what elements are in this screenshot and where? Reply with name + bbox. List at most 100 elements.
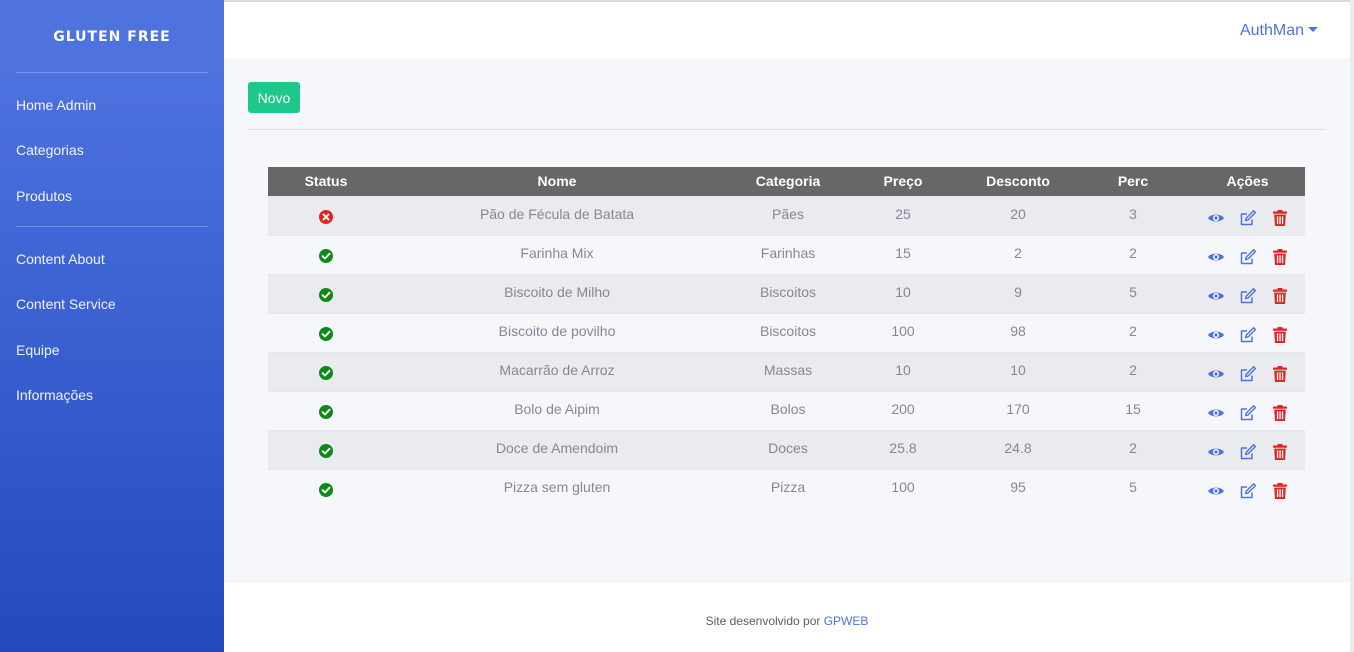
- check-circle-icon: [319, 482, 333, 497]
- eye-icon[interactable]: [1207, 443, 1225, 461]
- cell-status: [268, 468, 384, 508]
- brand-logo[interactable]: GLUTEN FREE: [0, 29, 224, 45]
- cell-status: [268, 390, 384, 430]
- cell-desconto: 95: [960, 468, 1076, 508]
- cell-nome: Biscoito de povilho: [384, 312, 730, 352]
- column-header-perc: Perc: [1117, 173, 1149, 190]
- cell-perc: 15: [1076, 390, 1190, 430]
- cell-preco: 10: [846, 351, 960, 391]
- check-circle-icon: [319, 404, 333, 419]
- cell-perc: 2: [1076, 312, 1190, 352]
- edit-icon[interactable]: [1239, 287, 1257, 305]
- table-body: Pão de Fécula de Batata Pães 25 20 3 Farinha …: [268, 195, 1305, 508]
- footer-credit: Site desenvolvido por GPWEB: [224, 614, 1350, 628]
- eye-icon[interactable]: [1207, 482, 1225, 500]
- check-circle-icon: [319, 287, 333, 302]
- sidebar-item-home-admin[interactable]: Home Admin: [16, 95, 96, 115]
- table-row: Pão de Fécula de Batata Pães 25 20 3: [268, 195, 1305, 235]
- cell-perc: 5: [1076, 273, 1190, 313]
- table-header-row: Status Nome Categoria Preço Desconto Per…: [268, 167, 1305, 196]
- table-row: Macarrão de Arroz Massas 10 10 2: [268, 351, 1305, 391]
- times-circle-icon: [319, 209, 333, 224]
- sidebar-item-informacoes[interactable]: Informações: [16, 385, 93, 405]
- cell-nome: Biscoito de Milho: [384, 273, 730, 313]
- cell-categoria: Biscoitos: [730, 273, 846, 313]
- sidebar-item-produtos[interactable]: Produtos: [16, 186, 72, 206]
- column-header-status: Status: [304, 173, 348, 190]
- cell-categoria: Farinhas: [730, 234, 846, 274]
- cell-status: [268, 312, 384, 352]
- cell-desconto: 10: [960, 351, 1076, 391]
- edit-icon[interactable]: [1239, 404, 1257, 422]
- cell-acoes: [1190, 351, 1305, 391]
- trash-icon[interactable]: [1271, 404, 1289, 422]
- edit-icon[interactable]: [1239, 482, 1257, 500]
- cell-preco: 25: [846, 195, 960, 235]
- trash-icon[interactable]: [1271, 287, 1289, 305]
- cell-categoria: Pães: [730, 195, 846, 235]
- cell-categoria: Doces: [730, 429, 846, 469]
- cell-categoria: Bolos: [730, 390, 846, 430]
- sidebar-item-categorias[interactable]: Categorias: [16, 140, 84, 160]
- eye-icon[interactable]: [1207, 365, 1225, 383]
- cell-preco: 200: [846, 390, 960, 430]
- check-circle-icon: [319, 248, 333, 263]
- cell-nome: Doce de Amendoim: [384, 429, 730, 469]
- new-product-button[interactable]: Novo: [248, 82, 300, 113]
- cell-nome: Bolo de Aipim: [384, 390, 730, 430]
- edit-icon[interactable]: [1239, 365, 1257, 383]
- trash-icon[interactable]: [1271, 209, 1289, 227]
- caret-down-icon: [1308, 26, 1318, 32]
- cell-acoes: [1190, 429, 1305, 469]
- topbar: AuthMan: [224, 0, 1354, 58]
- footer-link[interactable]: GPWEB: [824, 614, 869, 628]
- edit-icon[interactable]: [1239, 248, 1257, 266]
- column-header-desconto: Desconto: [986, 173, 1050, 190]
- products-table: Status Nome Categoria Preço Desconto Per…: [268, 167, 1305, 508]
- cell-status: [268, 429, 384, 469]
- sidebar-item-content-about[interactable]: Content About: [16, 249, 105, 269]
- cell-status: [268, 273, 384, 313]
- cell-status: [268, 234, 384, 274]
- eye-icon[interactable]: [1207, 326, 1225, 344]
- cell-acoes: [1190, 312, 1305, 352]
- trash-icon[interactable]: [1271, 443, 1289, 461]
- eye-icon[interactable]: [1207, 209, 1225, 227]
- footer: Site desenvolvido por GPWEB: [224, 583, 1350, 652]
- cell-perc: 3: [1076, 195, 1190, 235]
- cell-nome: Farinha Mix: [384, 234, 730, 274]
- table-row: Bolo de Aipim Bolos 200 170 15: [268, 390, 1305, 430]
- eye-icon[interactable]: [1207, 404, 1225, 422]
- column-header-acoes: Ações: [1226, 173, 1269, 190]
- trash-icon[interactable]: [1271, 365, 1289, 383]
- edit-icon[interactable]: [1239, 209, 1257, 227]
- cell-preco: 25.8: [846, 429, 960, 469]
- trash-icon[interactable]: [1271, 248, 1289, 266]
- sidebar: GLUTEN FREE Home Admin Categorias Produt…: [0, 0, 224, 652]
- edit-icon[interactable]: [1239, 326, 1257, 344]
- cell-nome: Pão de Fécula de Batata: [384, 195, 730, 235]
- eye-icon[interactable]: [1207, 287, 1225, 305]
- table-row: Pizza sem gluten Pizza 100 95 5: [268, 468, 1305, 508]
- table-row: Farinha Mix Farinhas 15 2 2: [268, 234, 1305, 274]
- sidebar-item-content-service[interactable]: Content Service: [16, 294, 116, 314]
- cell-nome: Pizza sem gluten: [384, 468, 730, 508]
- edit-icon[interactable]: [1239, 443, 1257, 461]
- user-menu-dropdown[interactable]: AuthMan: [1240, 21, 1318, 41]
- eye-icon[interactable]: [1207, 248, 1225, 266]
- cell-perc: 5: [1076, 468, 1190, 508]
- cell-desconto: 170: [960, 390, 1076, 430]
- cell-acoes: [1190, 273, 1305, 313]
- sidebar-item-equipe[interactable]: Equipe: [16, 340, 60, 360]
- cell-preco: 100: [846, 312, 960, 352]
- trash-icon[interactable]: [1271, 326, 1289, 344]
- cell-acoes: [1190, 234, 1305, 274]
- cell-nome: Macarrão de Arroz: [384, 351, 730, 391]
- cell-perc: 2: [1076, 429, 1190, 469]
- cell-acoes: [1190, 468, 1305, 508]
- main-content: Novo Status Nome Categoria Preço Descont…: [224, 58, 1350, 583]
- trash-icon[interactable]: [1271, 482, 1289, 500]
- sidebar-divider: [16, 226, 208, 227]
- column-header-preco: Preço: [883, 173, 923, 190]
- window-scrollbar[interactable]: [1350, 0, 1354, 652]
